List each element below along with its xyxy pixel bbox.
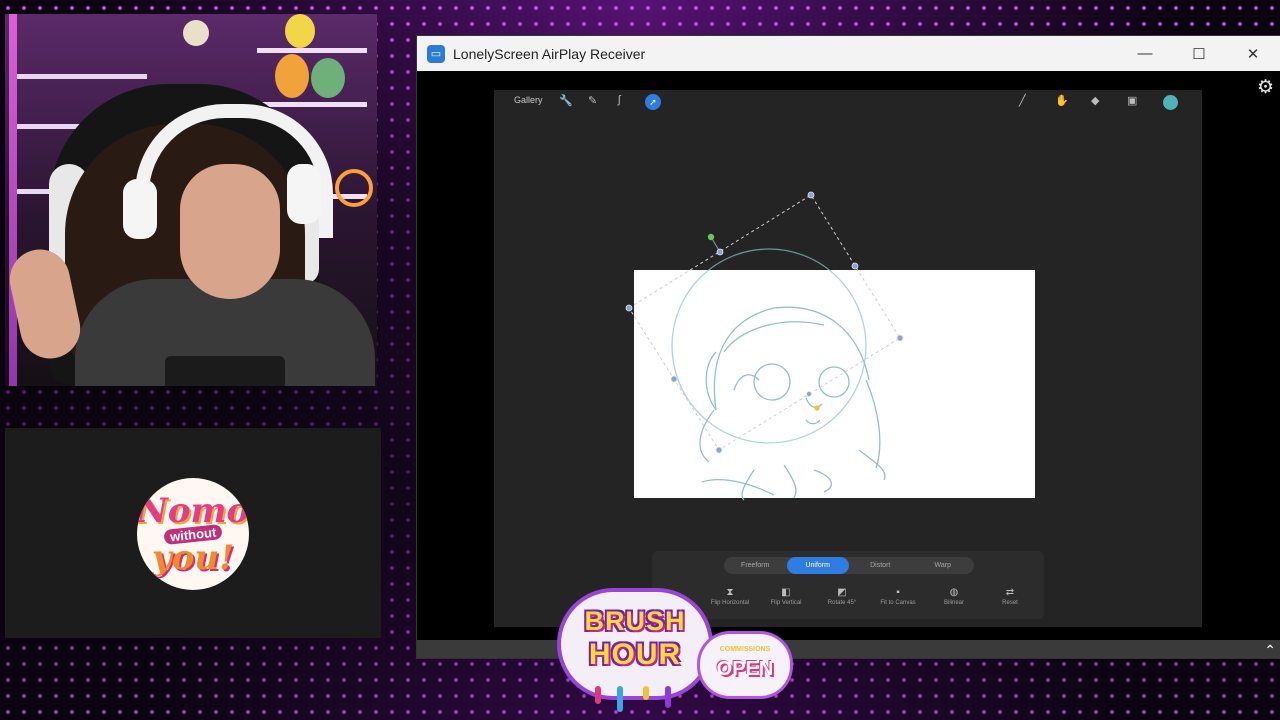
reset-button[interactable]: ⇄ Reset [982,587,1038,606]
neon-light-strip [9,14,17,386]
brush-hour-line1: BRUSH [584,606,686,636]
plush-toy [311,58,345,98]
fit-canvas-icon: ▪ [896,587,900,598]
window-titlebar[interactable]: ▭ LonelyScreen AirPlay Receiver — ☐ ✕ [417,36,1280,71]
gear-icon[interactable]: ⚙ [1257,76,1274,99]
sketch-layer[interactable] [494,90,1202,627]
reset-icon: ⇄ [1005,587,1015,598]
window-bottom-bar: ⌃ [417,640,1280,658]
shelf [257,102,367,107]
rotate-45-button[interactable]: ◩ Rotate 45° [814,587,870,606]
chevron-up-icon[interactable]: ⌃ [1264,642,1276,659]
fit-to-canvas-button[interactable]: ▪ Fit to Canvas [870,587,926,606]
window-title: LonelyScreen AirPlay Receiver [453,45,646,62]
paint-drip [665,686,671,708]
logo-text-line1: Nomo [137,490,249,531]
channel-logo-panel: Nomo without you! [5,428,381,638]
bilinear-button[interactable]: ◍ Bilinear [926,587,982,606]
distort-mode-button[interactable]: Distort [849,557,912,574]
neon-ring-light [335,169,373,207]
paint-drip [643,686,649,700]
brush-hour-badge: BRUSH HOUR [555,586,715,716]
app-screen-icon: ▭ [427,44,445,63]
webcam-feed [5,14,377,386]
plush-toy [275,54,309,98]
minimize-button[interactable]: — [1118,36,1172,71]
transform-mode-selector: Freeform Uniform Distort Warp [724,557,974,574]
commissions-label: COMMISSIONS [719,646,771,653]
action-label: Fit to Canvas [880,600,916,606]
window-controls: — ☐ ✕ [1118,36,1280,71]
uniform-mode-button[interactable]: Uniform [786,557,849,574]
mirrored-ipad-screen: Gallery 🔧 ✎ ʃ ➚ ╱ ✋ ◆ ▣ Freeform Uniform… [494,90,1202,627]
plush-toy [285,14,315,48]
warp-mode-button[interactable]: Warp [912,557,975,574]
maximize-button[interactable]: ☐ [1172,36,1226,71]
shelf [17,74,147,79]
flip-vertical-icon: ◧ [781,587,791,598]
paint-drip [617,686,623,712]
shelf [257,48,367,53]
open-label: OPEN [716,658,774,680]
action-label: Reset [1002,600,1018,606]
commissions-open-badge: COMMISSIONS OPEN [700,634,790,696]
action-label: Bilinear [943,600,964,606]
plush-toy [183,20,209,46]
freeform-mode-button[interactable]: Freeform [724,557,787,574]
close-button[interactable]: ✕ [1226,36,1280,71]
action-label: Flip Vertical [770,600,802,606]
airplay-receiver-window: ▭ LonelyScreen AirPlay Receiver — ☐ ✕ ⚙ … [417,36,1280,658]
brush-hour-line2: HOUR [588,638,682,671]
flip-vertical-button[interactable]: ◧ Flip Vertical [758,587,814,606]
paint-drip [595,686,601,704]
headphone-cup [287,164,321,224]
logo-text-line3: you! [151,537,235,578]
headphone-cup [123,179,157,239]
interpolation-icon: ◍ [949,587,959,598]
channel-logo: Nomo without you! [137,478,249,590]
microphone [165,356,285,386]
action-label: Rotate 45° [827,600,857,606]
rotate-icon: ◩ [837,587,847,598]
